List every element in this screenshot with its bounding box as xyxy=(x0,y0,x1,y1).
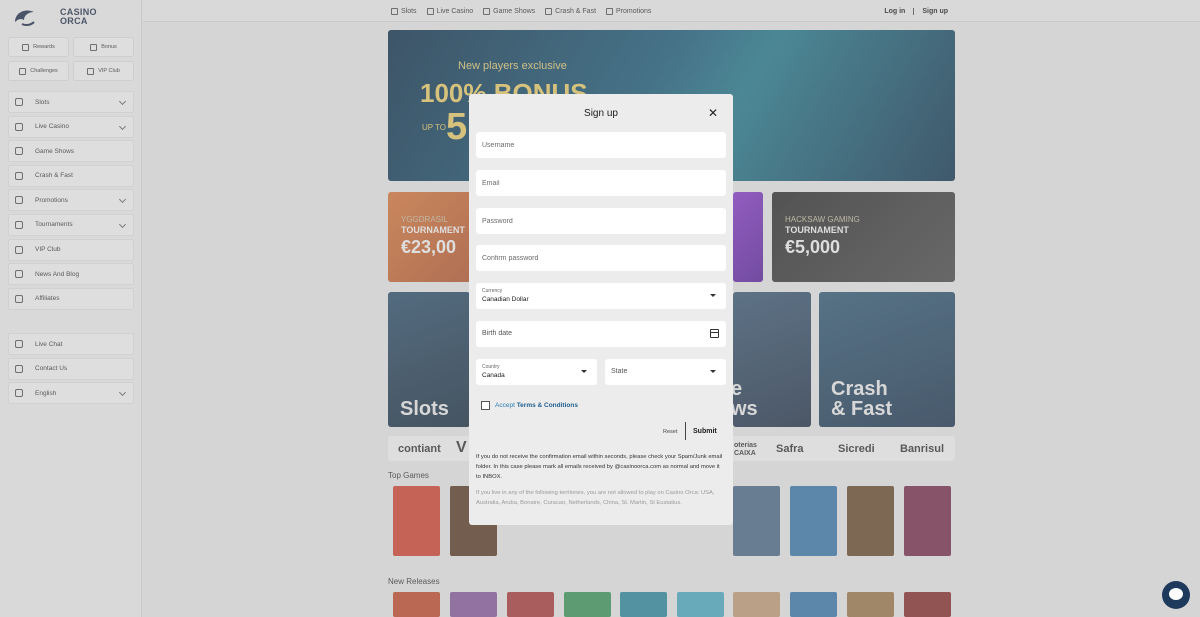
currency-label: Currency xyxy=(482,288,503,294)
live-chat-icon[interactable] xyxy=(1162,581,1190,609)
username-input[interactable] xyxy=(476,132,726,158)
accept-label: Accept xyxy=(495,402,515,409)
caret-down-icon xyxy=(710,294,716,297)
birthdate-input[interactable]: Birth date xyxy=(476,321,726,347)
currency-select[interactable]: Currency Canadian Dollar xyxy=(476,283,726,309)
terms-link[interactable]: Terms & Conditions xyxy=(517,402,578,409)
calendar-icon[interactable] xyxy=(710,329,719,338)
state-select[interactable]: State xyxy=(605,359,726,385)
close-icon[interactable]: ✕ xyxy=(707,107,719,119)
modal-title: Sign up xyxy=(584,108,618,119)
currency-value: Canadian Dollar xyxy=(482,296,529,303)
accept-terms-text: Accept Terms & Conditions xyxy=(495,402,578,409)
country-select[interactable]: Country Canada xyxy=(476,359,597,385)
country-label: Country xyxy=(482,364,500,370)
confirmation-email-note: If you do not receive the confirmation e… xyxy=(476,454,723,480)
accept-terms-checkbox[interactable] xyxy=(481,401,490,410)
submit-button[interactable]: Submit xyxy=(693,428,717,435)
email-input[interactable] xyxy=(476,170,726,196)
country-value: Canada xyxy=(482,372,505,379)
confirm-password-input[interactable] xyxy=(476,245,726,271)
signup-modal: Sign up ✕ Currency Canadian Dollar Birth… xyxy=(469,94,733,525)
button-divider xyxy=(685,422,686,440)
caret-down-icon xyxy=(710,370,716,373)
birthdate-placeholder: Birth date xyxy=(482,330,512,337)
password-input[interactable] xyxy=(476,208,726,234)
reset-button[interactable]: Reset xyxy=(663,429,677,435)
caret-down-icon xyxy=(581,370,587,373)
restricted-territories-note: If you live in any of the following terr… xyxy=(476,490,715,506)
state-placeholder: State xyxy=(611,368,628,375)
